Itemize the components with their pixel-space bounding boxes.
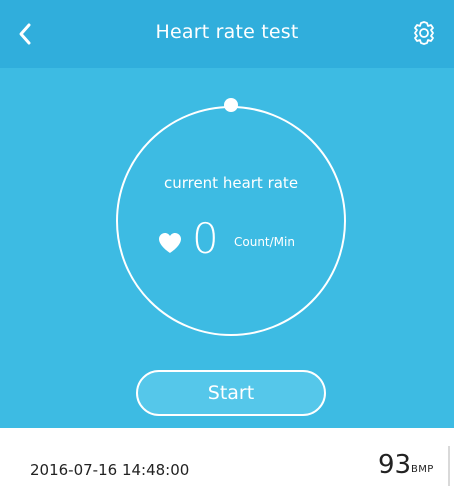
- app-header: Heart rate test: [0, 0, 454, 68]
- heart-rate-value: 0: [192, 214, 219, 263]
- current-heart-rate-label: current heart rate: [163, 174, 299, 192]
- history-timestamp: 2016-07-16 14:48:00: [30, 461, 190, 479]
- page-title: Heart rate test: [155, 21, 299, 43]
- start-button[interactable]: Start: [136, 370, 326, 416]
- settings-button[interactable]: [410, 19, 438, 47]
- progress-ring: [116, 106, 346, 336]
- gear-icon: [414, 21, 434, 45]
- heart-rate-panel: current heart rate 0 Count/Min Start: [0, 68, 454, 428]
- history-row[interactable]: 2016-07-16 14:48:00 93 BMP: [0, 428, 454, 498]
- scrollbar[interactable]: [448, 446, 450, 486]
- history-heart-rate-value: 93: [378, 450, 412, 480]
- heart-rate-unit: Count/Min: [234, 235, 295, 249]
- history-heart-rate-unit: BMP: [411, 464, 434, 475]
- progress-ring-handle: [224, 98, 238, 112]
- heart-icon: [159, 233, 181, 253]
